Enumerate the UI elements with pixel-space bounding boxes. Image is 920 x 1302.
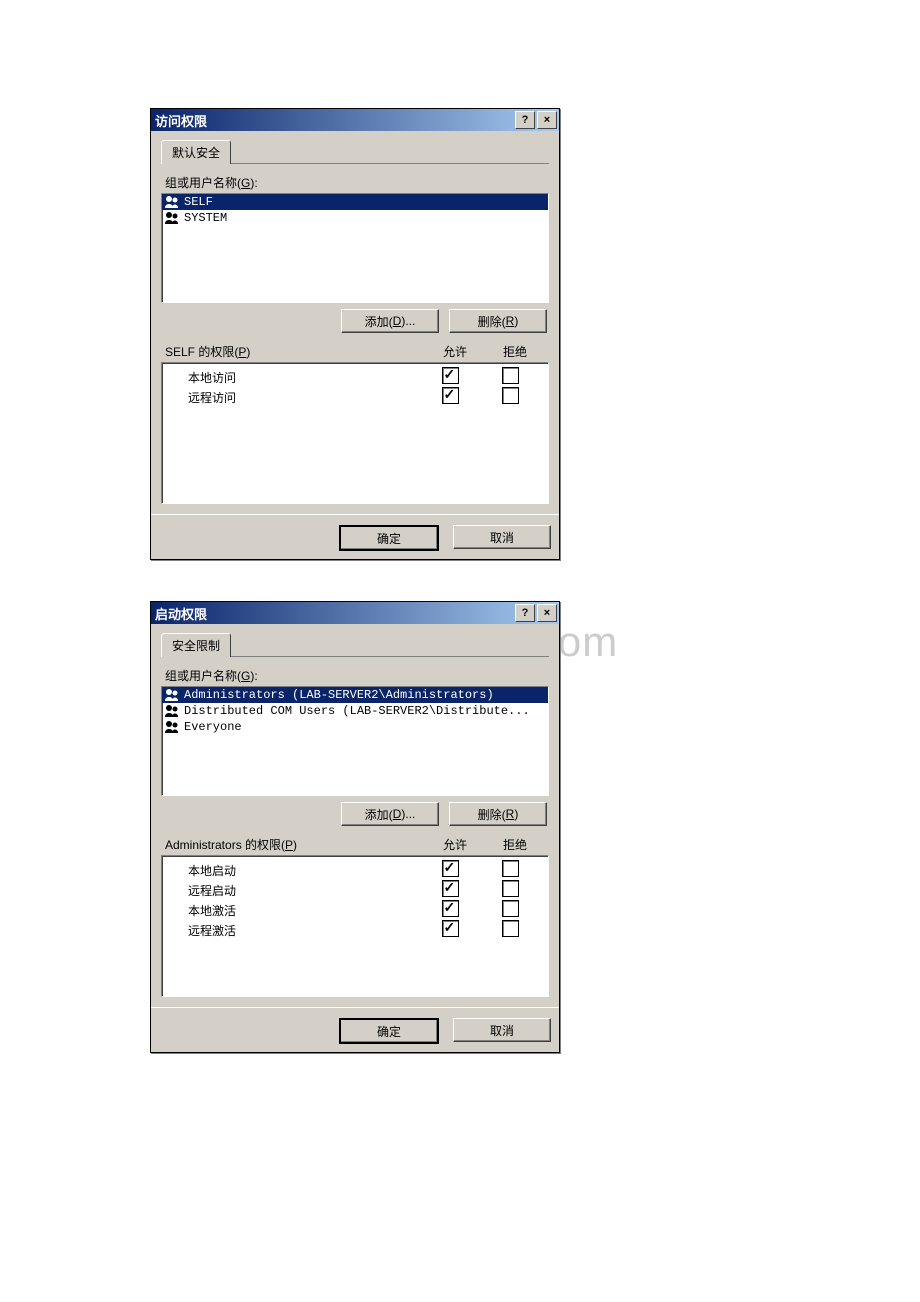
deny-header: 拒绝: [485, 343, 545, 360]
deny-checkbox[interactable]: [502, 900, 519, 917]
remove-button[interactable]: 删除(R): [449, 802, 547, 826]
permission-row: 远程访问: [170, 387, 540, 407]
user-group-icon: [164, 195, 180, 209]
user-group-icon: [164, 720, 180, 734]
permission-row: 本地激活: [170, 900, 540, 920]
allow-checkbox[interactable]: [442, 860, 459, 877]
list-item[interactable]: SELF: [162, 194, 548, 210]
groups-label: 组或用户名称(G):: [165, 174, 549, 191]
dialog-title: 访问权限: [155, 111, 207, 130]
permissions-listbox: 本地启动远程启动本地激活远程激活: [161, 855, 549, 997]
titlebar: 启动权限 ? ×: [151, 602, 559, 624]
allow-checkbox[interactable]: [442, 367, 459, 384]
allow-checkbox[interactable]: [442, 387, 459, 404]
user-group-icon: [164, 688, 180, 702]
permissions-listbox: 本地访问远程访问: [161, 362, 549, 504]
ok-button[interactable]: 确定: [339, 1018, 439, 1044]
launch-permission-dialog: 启动权限 ? × 安全限制 组或用户名称(G): Administrators …: [150, 601, 560, 1053]
permission-row: 本地启动: [170, 860, 540, 880]
permission-name: 本地访问: [170, 369, 420, 386]
help-button[interactable]: ?: [515, 111, 535, 129]
allow-checkbox[interactable]: [442, 920, 459, 937]
list-item[interactable]: Administrators (LAB-SERVER2\Administrato…: [162, 687, 548, 703]
permission-name: 远程访问: [170, 389, 420, 406]
users-listbox[interactable]: Administrators (LAB-SERVER2\Administrato…: [161, 686, 549, 796]
permission-row: 本地访问: [170, 367, 540, 387]
list-item-label: Administrators (LAB-SERVER2\Administrato…: [184, 688, 494, 702]
help-button[interactable]: ?: [515, 604, 535, 622]
deny-checkbox[interactable]: [502, 387, 519, 404]
permission-row: 远程启动: [170, 880, 540, 900]
groups-label: 组或用户名称(G):: [165, 667, 549, 684]
list-item[interactable]: Everyone: [162, 719, 548, 735]
close-button[interactable]: ×: [537, 111, 557, 129]
ok-button[interactable]: 确定: [339, 525, 439, 551]
tab-security-limit[interactable]: 安全限制: [161, 633, 231, 657]
add-button[interactable]: 添加(D)...: [341, 309, 439, 333]
allow-checkbox[interactable]: [442, 900, 459, 917]
cancel-button[interactable]: 取消: [453, 525, 551, 549]
list-item[interactable]: Distributed COM Users (LAB-SERVER2\Distr…: [162, 703, 548, 719]
list-item-label: SELF: [184, 195, 213, 209]
deny-checkbox[interactable]: [502, 920, 519, 937]
permission-row: 远程激活: [170, 920, 540, 940]
permission-name: 本地激活: [170, 902, 420, 919]
user-group-icon: [164, 211, 180, 225]
cancel-button[interactable]: 取消: [453, 1018, 551, 1042]
permission-name: 远程激活: [170, 922, 420, 939]
permissions-for-label: SELF 的权限(P): [165, 343, 425, 360]
deny-header: 拒绝: [485, 836, 545, 853]
permission-name: 远程启动: [170, 882, 420, 899]
list-item[interactable]: SYSTEM: [162, 210, 548, 226]
users-listbox[interactable]: SELF SYSTEM: [161, 193, 549, 303]
list-item-label: SYSTEM: [184, 211, 227, 225]
permission-name: 本地启动: [170, 862, 420, 879]
allow-header: 允许: [425, 836, 485, 853]
add-button[interactable]: 添加(D)...: [341, 802, 439, 826]
allow-header: 允许: [425, 343, 485, 360]
user-group-icon: [164, 704, 180, 718]
dialog-title: 启动权限: [155, 604, 207, 623]
remove-button[interactable]: 删除(R): [449, 309, 547, 333]
allow-checkbox[interactable]: [442, 880, 459, 897]
permissions-for-label: Administrators 的权限(P): [165, 836, 425, 853]
titlebar: 访问权限 ? ×: [151, 109, 559, 131]
close-button[interactable]: ×: [537, 604, 557, 622]
tab-default-security[interactable]: 默认安全: [161, 140, 231, 164]
list-item-label: Everyone: [184, 720, 242, 734]
list-item-label: Distributed COM Users (LAB-SERVER2\Distr…: [184, 704, 530, 718]
access-permission-dialog: 访问权限 ? × 默认安全 组或用户名称(G): SELF SYSTEM 添加(D…: [150, 108, 560, 560]
deny-checkbox[interactable]: [502, 860, 519, 877]
deny-checkbox[interactable]: [502, 880, 519, 897]
deny-checkbox[interactable]: [502, 367, 519, 384]
